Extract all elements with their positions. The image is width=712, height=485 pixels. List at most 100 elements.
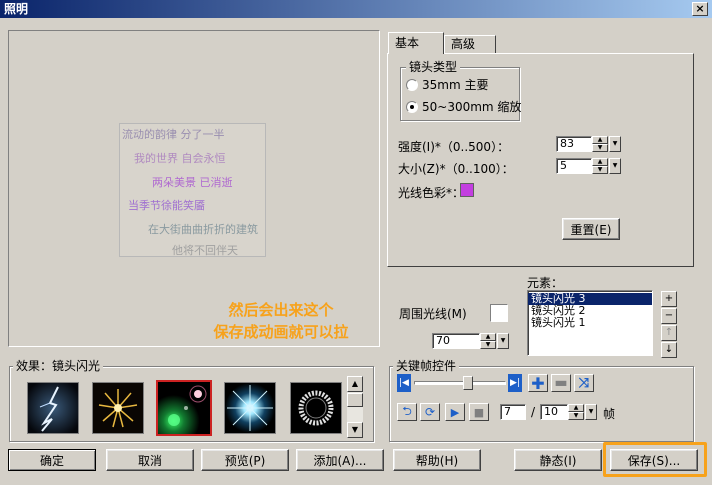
effect-thumb-ring[interactable] bbox=[290, 382, 342, 434]
elements-list[interactable]: 镜头闪光 3 镜头闪光 2 镜头闪光 1 bbox=[527, 290, 653, 356]
move-up-button[interactable]: ↑ bbox=[661, 325, 677, 341]
tab-advanced[interactable]: 高级 bbox=[444, 35, 496, 53]
rewind-button[interactable]: ⟳ bbox=[420, 403, 440, 421]
help-button[interactable]: 帮助(H) bbox=[393, 449, 481, 471]
swap-icon: ⤨ bbox=[578, 375, 590, 391]
intensity-input[interactable]: 83 bbox=[556, 136, 592, 152]
poem-line: 当季节徐能笑靥 bbox=[128, 199, 205, 212]
slider-thumb[interactable] bbox=[463, 376, 473, 390]
annotation-text: 然后会出来这个 保存成动画就可以拉 bbox=[181, 299, 381, 343]
scroll-up-icon: ▲ bbox=[351, 379, 359, 388]
minus-icon: ▬ bbox=[554, 375, 568, 391]
intensity-dropdown[interactable]: ▼ bbox=[609, 136, 621, 152]
static-button[interactable]: 静态(I) bbox=[514, 449, 602, 471]
radio-50-300mm[interactable]: 50~300mm 缩放 bbox=[406, 98, 521, 115]
ambient-label: 周围光线(M) bbox=[399, 307, 467, 321]
starburst-icon bbox=[225, 383, 275, 433]
title-bar: 照明 bbox=[0, 0, 712, 18]
total-frames-dropdown[interactable]: ▼ bbox=[585, 404, 597, 420]
arrow-up-icon: ↑ bbox=[664, 327, 674, 338]
delete-keyframe-button[interactable]: ▬ bbox=[551, 374, 571, 392]
move-down-button[interactable]: ↓ bbox=[661, 342, 677, 358]
cancel-button[interactable]: 取消 bbox=[106, 449, 194, 471]
scroll-up-button[interactable]: ▲ bbox=[347, 376, 363, 392]
save-button[interactable]: 保存(S)... bbox=[610, 449, 698, 471]
spin-up-icon: ▲ bbox=[592, 136, 608, 144]
total-frames-input[interactable]: 10 bbox=[540, 404, 568, 420]
loop-button[interactable]: ⮌ bbox=[397, 403, 417, 421]
annotation-line: 保存成动画就可以拉 bbox=[213, 323, 349, 341]
first-frame-icon: |◀ bbox=[399, 378, 409, 388]
tab-advanced-label: 高级 bbox=[451, 37, 476, 51]
close-button[interactable]: × bbox=[692, 2, 708, 16]
preview-area: 流动的韵律 分了一半 我的世界 自会永恒 两朵美景 已消逝 当季节徐能笑靥 在大… bbox=[8, 30, 380, 347]
rewind-icon: ⟳ bbox=[424, 405, 436, 419]
effects-scrollbar[interactable]: ▲ ▼ bbox=[347, 376, 363, 438]
remove-element-button[interactable]: − bbox=[661, 308, 677, 324]
radio-selected-icon bbox=[406, 100, 418, 113]
size-input[interactable]: 5 bbox=[556, 158, 592, 174]
last-frame-icon: ▶| bbox=[510, 378, 520, 388]
ambient-stepper[interactable]: ▲ ▼ bbox=[480, 333, 496, 349]
tab-panel: 镜头类型 35mm 主要 50~300mm 缩放 强度(I)*（0..500）：… bbox=[387, 53, 694, 267]
ring-icon bbox=[291, 383, 341, 433]
ambient-input[interactable]: 70 bbox=[432, 333, 480, 349]
spin-down-icon: ▼ bbox=[480, 341, 496, 349]
effect-thumb-fireworks[interactable] bbox=[92, 382, 144, 434]
stop-button[interactable]: ■ bbox=[469, 403, 489, 421]
radio-35mm[interactable]: 35mm 主要 bbox=[406, 76, 488, 93]
ok-button[interactable]: 确定 bbox=[8, 449, 96, 471]
size-stepper[interactable]: ▲ ▼ bbox=[592, 158, 608, 174]
ambient-color-swatch[interactable] bbox=[490, 304, 508, 322]
effect-thumb-starburst[interactable] bbox=[224, 382, 276, 434]
invert-keyframe-button[interactable]: ⤨ bbox=[574, 374, 594, 392]
preview-button[interactable]: 预览(P) bbox=[201, 449, 289, 471]
current-frame-input[interactable]: 7 bbox=[500, 404, 526, 420]
spin-up-icon: ▲ bbox=[480, 333, 496, 341]
add-button[interactable]: 添加(A)... bbox=[296, 449, 384, 471]
play-button[interactable]: ▶ bbox=[445, 403, 465, 421]
radio-35mm-label: 35mm 主要 bbox=[422, 78, 489, 92]
add-keyframe-button[interactable]: ✚ bbox=[528, 374, 548, 393]
lightning-icon bbox=[28, 383, 78, 433]
reset-button[interactable]: 重置(E) bbox=[562, 218, 620, 240]
scroll-thumb[interactable] bbox=[347, 393, 363, 407]
spin-down-icon: ▼ bbox=[592, 166, 608, 174]
spin-up-icon: ▲ bbox=[592, 158, 608, 166]
minus-icon: − bbox=[664, 310, 674, 321]
list-item[interactable]: 镜头闪光 1 bbox=[528, 317, 652, 329]
poem-line: 在大街曲曲折折的建筑 bbox=[148, 223, 258, 236]
elements-label: 元素： bbox=[527, 276, 564, 290]
keyframe-first-button[interactable]: |◀ bbox=[397, 374, 411, 392]
effect-thumb-lightning[interactable] bbox=[27, 382, 79, 434]
spin-down-icon: ▼ bbox=[568, 412, 584, 420]
keyframe-slider[interactable] bbox=[414, 376, 506, 390]
frame-unit: 帧 bbox=[603, 407, 616, 421]
loop-icon: ⮌ bbox=[402, 403, 412, 418]
tab-basic-label: 基本 bbox=[395, 36, 420, 50]
keyframe-title: 关键帧控件 bbox=[393, 359, 460, 373]
add-element-button[interactable]: + bbox=[661, 291, 677, 307]
radio-50-300mm-label: 50~300mm 缩放 bbox=[422, 100, 522, 114]
keyframe-last-button[interactable]: ▶| bbox=[508, 374, 522, 392]
lens-flare-icon bbox=[158, 382, 210, 434]
spin-up-icon: ▲ bbox=[568, 404, 584, 412]
plus-icon: + bbox=[664, 293, 674, 304]
poem-line: 我的世界 自会永恒 bbox=[134, 152, 226, 165]
radio-icon bbox=[406, 78, 418, 91]
stop-icon: ■ bbox=[473, 405, 485, 419]
annotation-line: 然后会出来这个 bbox=[228, 301, 334, 319]
spin-down-icon: ▼ bbox=[592, 144, 608, 152]
intensity-stepper[interactable]: ▲ ▼ bbox=[592, 136, 608, 152]
ambient-dropdown[interactable]: ▼ bbox=[497, 333, 509, 349]
size-dropdown[interactable]: ▼ bbox=[609, 158, 621, 174]
window-title: 照明 bbox=[4, 2, 29, 16]
fireworks-icon bbox=[93, 383, 143, 433]
size-label: 大小(Z)*（0..100）： bbox=[398, 162, 514, 176]
effect-thumb-lens-flare[interactable] bbox=[156, 380, 212, 436]
scroll-down-button[interactable]: ▼ bbox=[347, 422, 363, 438]
ray-color-swatch[interactable] bbox=[460, 183, 474, 197]
poem-line: 流动的韵律 分了一半 bbox=[122, 128, 225, 141]
total-frames-stepper[interactable]: ▲ ▼ bbox=[568, 404, 584, 420]
tab-basic[interactable]: 基本 bbox=[388, 32, 444, 54]
